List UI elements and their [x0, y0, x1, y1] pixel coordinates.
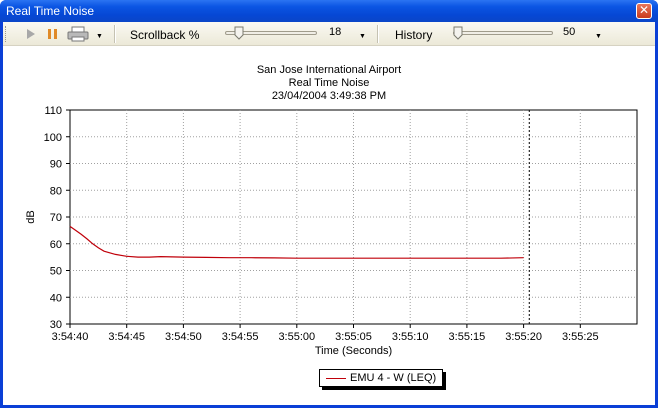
y-tick-label: 30: [50, 319, 62, 331]
x-tick-label: 3:55:05: [335, 331, 372, 343]
x-tick-label: 3:54:55: [222, 331, 259, 343]
y-tick-label: 80: [50, 185, 62, 197]
y-tick-label: 90: [50, 159, 62, 171]
legend-label: EMU 4 - W (LEQ): [350, 372, 437, 384]
x-tick-label: 3:54:50: [165, 331, 202, 343]
close-icon: ✕: [638, 3, 650, 17]
x-tick-label: 3:54:45: [108, 331, 145, 343]
noise-chart: 30 40 50 60 70 80 90 100 110 3:54:40 3:54:45 3:54:5…: [25, 105, 638, 357]
close-button[interactable]: ✕: [636, 3, 652, 19]
y-tick-label: 50: [50, 266, 62, 278]
legend-swatch: [326, 378, 346, 379]
window-title: Real Time Noise: [6, 4, 95, 18]
y-axis-title: dB: [25, 210, 37, 223]
x-tick-label: 3:55:15: [449, 331, 486, 343]
y-tick-label: 110: [44, 105, 62, 117]
x-tick-label: 3:54:40: [52, 331, 89, 343]
y-tick-label: 70: [50, 212, 62, 224]
x-tick-label: 3:55:25: [562, 331, 599, 343]
chart-legend: EMU 4 - W (LEQ): [319, 369, 443, 387]
title-bar[interactable]: Real Time Noise ✕: [0, 0, 658, 22]
x-axis-title: Time (Seconds): [315, 345, 392, 357]
plot-frame: [69, 109, 638, 325]
client-area: ▼ Scrollback % 18 ▼ History 50 ▼ San Jos…: [3, 22, 655, 405]
y-tick-label: 100: [44, 132, 62, 144]
x-tick-label: 3:55:10: [392, 331, 429, 343]
y-tick-label: 40: [50, 292, 62, 304]
y-tick-label: 60: [50, 239, 62, 251]
app-window: Real Time Noise ✕ ▼ Scrollback % 18 ▼ Hi…: [0, 0, 658, 408]
x-tick-label: 3:55:20: [505, 331, 542, 343]
x-tick-label: 3:55:00: [278, 331, 315, 343]
